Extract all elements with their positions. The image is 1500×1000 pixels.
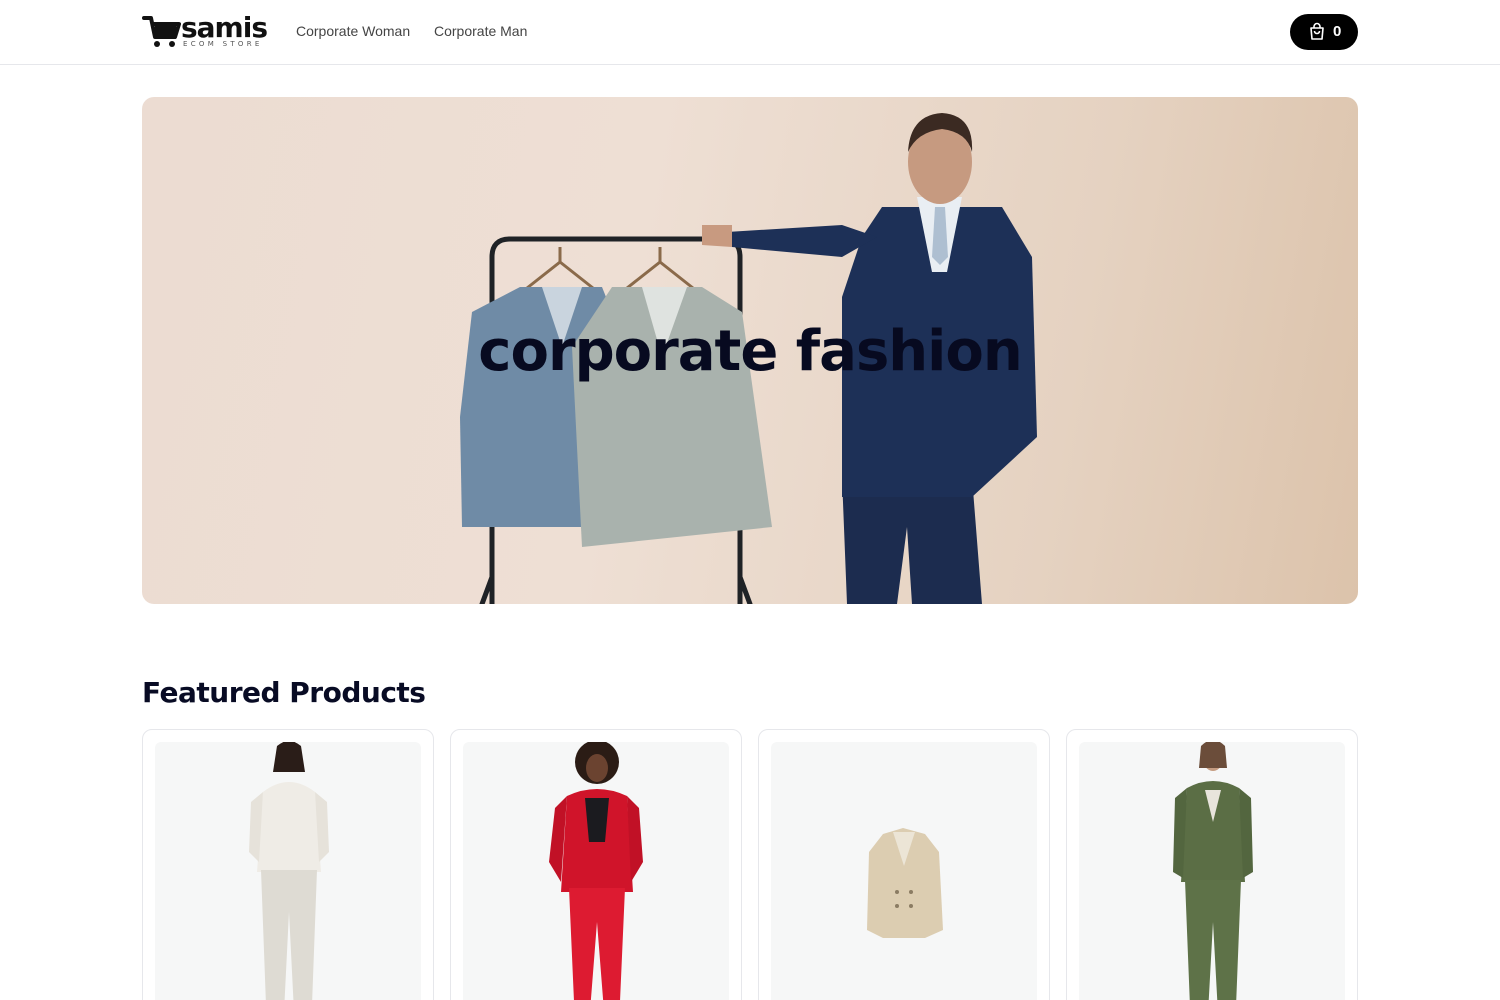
featured-products-title: Featured Products <box>142 676 426 709</box>
woman-green-suit-image <box>1173 742 1253 1000</box>
woman-white-suit-image <box>249 742 329 1000</box>
woman-red-suit-image <box>549 742 643 1000</box>
beige-blazer-image <box>867 828 943 938</box>
product-image <box>463 742 729 1000</box>
cart-logo-icon <box>142 16 181 47</box>
cart-button[interactable]: 0 <box>1290 14 1358 50</box>
site-header: samis ECOM STORE Corporate Woman Corpora… <box>0 0 1500 65</box>
nav-link-corporate-man[interactable]: Corporate Man <box>434 23 527 39</box>
product-card[interactable] <box>450 729 742 1000</box>
hero-title: corporate fashion <box>478 319 1022 384</box>
brand-tagline: ECOM STORE <box>183 40 263 48</box>
cart-count: 0 <box>1333 23 1342 40</box>
hero-banner[interactable]: corporate fashion <box>142 97 1358 604</box>
product-card[interactable] <box>1066 729 1358 1000</box>
brand-logo[interactable]: samis ECOM STORE <box>142 11 274 49</box>
product-image <box>155 742 421 1000</box>
product-image <box>1079 742 1345 1000</box>
shopping-bag-icon <box>1310 22 1324 40</box>
product-card[interactable] <box>758 729 1050 1000</box>
product-card[interactable] <box>142 729 434 1000</box>
nav-link-corporate-woman[interactable]: Corporate Woman <box>296 23 410 39</box>
product-image <box>771 742 1037 1000</box>
